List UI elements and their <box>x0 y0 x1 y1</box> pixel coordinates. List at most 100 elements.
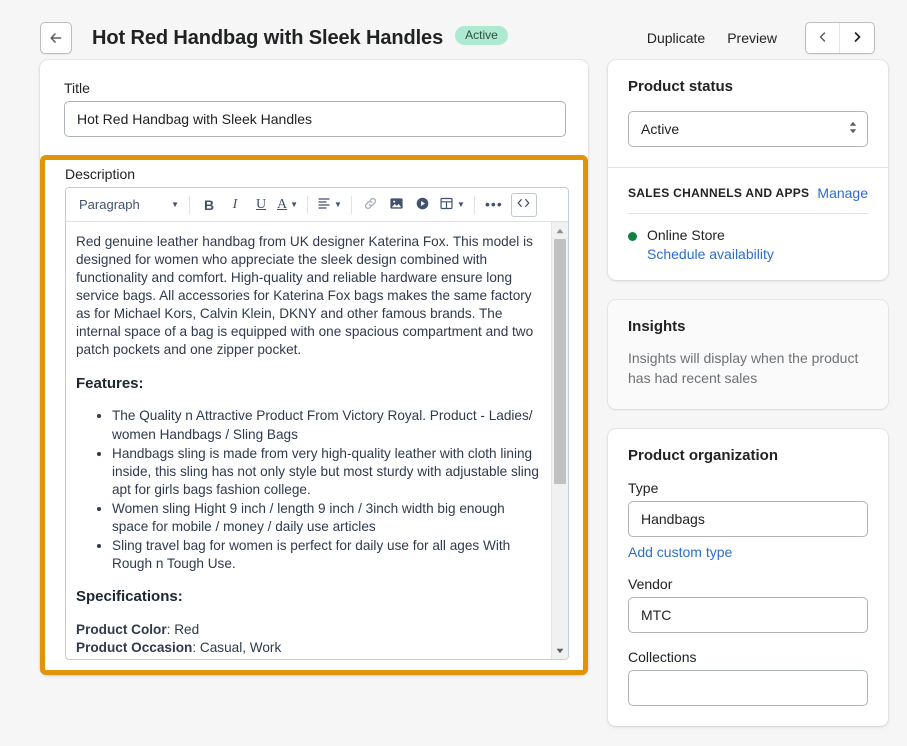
insights-section: Insights Insights will display when the … <box>608 300 888 409</box>
arrow-left-icon <box>48 30 64 46</box>
spec-key: Product Material <box>76 658 183 659</box>
insert-table-button[interactable]: ▼ <box>439 193 465 217</box>
sidebar-column: Product status Active SALES CHANNELS AND… <box>608 60 888 746</box>
scrollbar-thumb[interactable] <box>554 239 566 484</box>
bold-button[interactable]: B <box>199 193 219 217</box>
sales-channel-info: Online Store Schedule availability <box>647 227 774 262</box>
title-label: Title <box>64 80 90 96</box>
insights-card: Insights Insights will display when the … <box>608 300 888 409</box>
image-icon <box>389 196 404 214</box>
previous-product-button[interactable] <box>806 23 840 53</box>
schedule-availability-link[interactable]: Schedule availability <box>647 246 774 262</box>
product-status-title: Product status <box>628 78 734 95</box>
list-item: Sling travel bag for women is perfect fo… <box>112 537 540 573</box>
pagination <box>805 22 875 54</box>
chevron-left-icon <box>816 30 830 47</box>
specifications-heading: Specifications: <box>76 588 183 606</box>
scroll-down-arrow-icon[interactable] <box>552 642 568 659</box>
preview-button[interactable]: Preview <box>727 30 777 46</box>
italic-button[interactable]: I <box>225 193 245 217</box>
type-label: Type <box>628 479 659 496</box>
collections-input[interactable] <box>628 669 868 706</box>
text-color-button[interactable]: A ▼ <box>277 193 298 217</box>
text-color-icon: A <box>277 196 288 212</box>
insert-video-button[interactable] <box>413 193 433 217</box>
editor-toolbar: Paragraph ▼ B I U A ▼ ▼ ▼ ••• <box>66 188 568 222</box>
collections-field-group: Collections <box>628 649 868 706</box>
spec-line: Product Occasion: Casual, Work <box>76 639 540 657</box>
page-header: Hot Red Handbag with Sleek Handles Activ… <box>0 0 907 60</box>
insert-image-button[interactable] <box>387 193 407 217</box>
sales-channel-name: Online Store <box>647 227 725 243</box>
vendor-field-group: Vendor <box>628 576 868 633</box>
duplicate-button[interactable]: Duplicate <box>647 30 705 46</box>
type-field-group: Type Add custom type <box>628 480 868 560</box>
main-column: Title Description Paragraph ▼ B <box>40 60 588 675</box>
toolbar-divider <box>189 195 190 214</box>
editor-body: Red genuine leather handbag from UK desi… <box>66 222 568 659</box>
italic-icon: I <box>232 196 238 212</box>
paragraph-style-label: Paragraph <box>79 197 140 212</box>
ellipsis-icon: ••• <box>485 196 503 213</box>
description-intro-paragraph: Red genuine leather handbag from UK desi… <box>76 234 534 358</box>
type-input[interactable] <box>628 500 868 537</box>
underline-icon: U <box>255 196 267 212</box>
add-custom-type-link[interactable]: Add custom type <box>628 544 732 560</box>
sales-channel-row: Online Store Schedule availability <box>608 214 888 280</box>
product-details-card: Title Description Paragraph ▼ B <box>40 60 588 675</box>
chevron-down-icon: ▼ <box>334 199 342 209</box>
features-list: The Quality n Attractive Product From Vi… <box>76 407 540 573</box>
spec-value: Red <box>174 622 200 638</box>
bold-icon: B <box>203 196 215 213</box>
description-text[interactable]: Red genuine leather handbag from UK desi… <box>66 222 551 659</box>
align-left-icon <box>317 196 331 213</box>
toolbar-divider <box>473 195 475 214</box>
sales-channels-label: SALES CHANNELS AND APPS <box>628 186 810 200</box>
status-dot-icon <box>628 232 637 241</box>
header-actions: Duplicate Preview <box>647 22 875 54</box>
product-organization-title: Product organization <box>628 446 778 464</box>
product-status-select-wrapper: Active <box>628 111 868 147</box>
insights-empty-text: Insights will display when the product h… <box>628 350 859 387</box>
vendor-input[interactable] <box>628 596 868 633</box>
next-product-button[interactable] <box>840 23 874 53</box>
spec-line: Product Material: Polyurethane <box>76 657 540 659</box>
toolbar-divider <box>307 195 309 214</box>
product-status-select[interactable]: Active <box>628 111 868 147</box>
collections-label: Collections <box>628 648 697 665</box>
description-editor: Paragraph ▼ B I U A ▼ ▼ ▼ ••• Red genuin… <box>65 187 569 660</box>
link-icon <box>363 196 378 214</box>
page-title: Hot Red Handbag with Sleek Handles <box>92 26 444 49</box>
product-status-section: Product status Active <box>608 60 888 167</box>
back-button[interactable] <box>40 22 72 54</box>
page-layout: Title Description Paragraph ▼ B <box>0 60 907 746</box>
chevron-down-icon: ▼ <box>456 199 465 209</box>
chevron-down-icon: ▼ <box>290 199 299 209</box>
spec-separator: : <box>183 658 191 659</box>
link-button[interactable] <box>361 193 381 217</box>
specifications-block: Product Color: Red Product Occasion: Cas… <box>76 621 540 659</box>
table-icon <box>439 196 454 214</box>
more-options-button[interactable]: ••• <box>484 193 504 217</box>
list-item: Women sling Hight 9 inch / length 9 inch… <box>112 500 540 536</box>
align-button[interactable]: ▼ <box>317 193 342 217</box>
chevron-down-icon: ▼ <box>171 199 179 209</box>
title-input[interactable] <box>64 101 566 137</box>
toolbar-divider <box>350 195 352 214</box>
spec-key: Product Color <box>76 622 167 638</box>
video-icon <box>415 196 430 214</box>
spec-line: Product Color: Red <box>76 621 540 639</box>
code-view-button[interactable] <box>510 192 537 217</box>
paragraph-style-select[interactable]: Paragraph ▼ <box>73 197 183 212</box>
scroll-up-arrow-icon[interactable] <box>552 222 568 239</box>
manage-channels-link[interactable]: Manage <box>817 185 868 201</box>
list-item: Handbags sling is made from very high-qu… <box>112 445 540 499</box>
editor-scrollbar[interactable] <box>551 222 568 659</box>
underline-button[interactable]: U <box>251 193 271 217</box>
spec-value: Polyurethane <box>190 658 270 659</box>
product-organization-card: Product organization Type Add custom typ… <box>608 428 888 726</box>
product-status-value: Active <box>641 121 680 137</box>
spec-separator: : <box>192 640 200 656</box>
insights-title: Insights <box>628 318 686 335</box>
product-organization-section: Product organization Type Add custom typ… <box>608 429 888 726</box>
